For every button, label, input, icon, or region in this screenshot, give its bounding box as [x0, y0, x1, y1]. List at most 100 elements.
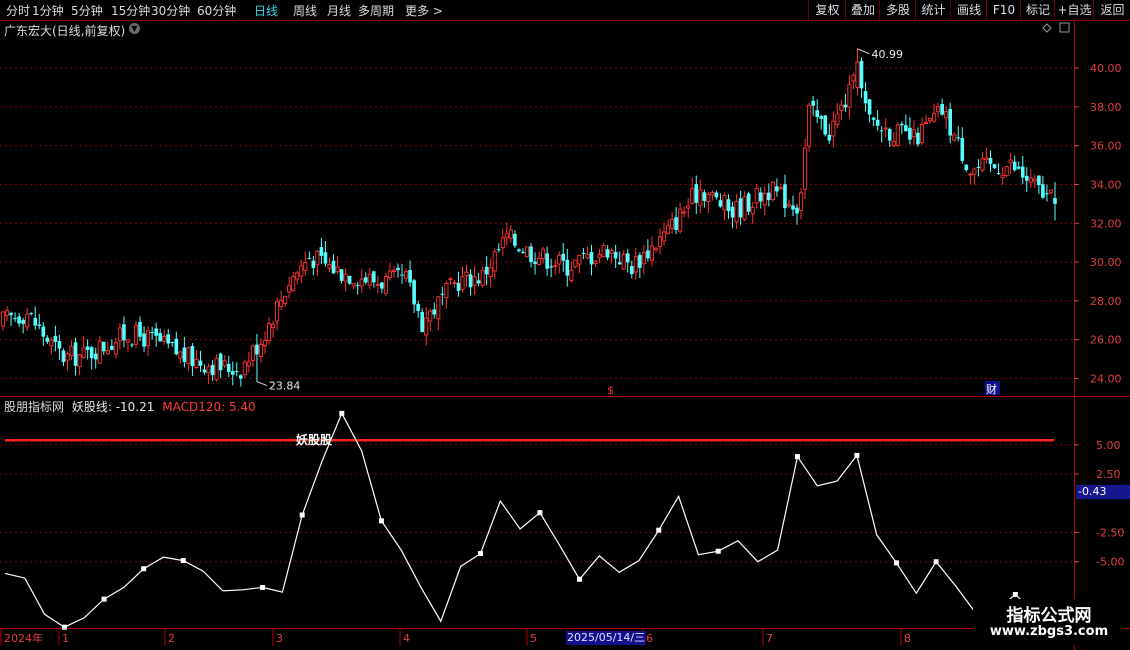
candle-body-up: [25, 313, 30, 328]
candle-body-up: [460, 276, 465, 290]
x-axis-label: 7: [766, 632, 773, 645]
candle-body-up: [113, 342, 118, 355]
candle-body-up: [367, 273, 372, 286]
candle-body-up: [1004, 166, 1009, 177]
finance-marker[interactable]: 财: [986, 382, 997, 396]
candle-body-up: [146, 330, 151, 346]
candle-body-down: [311, 260, 316, 269]
candle-body-down: [775, 186, 779, 192]
diamond-icon[interactable]: [1042, 23, 1052, 33]
candle-body-up: [117, 327, 122, 342]
candle-body-down: [879, 130, 884, 132]
candle-body-up: [444, 283, 449, 299]
candle-body-down: [456, 283, 461, 291]
yao-line-label: 妖股线: -10.21: [71, 400, 155, 414]
candle-body-down: [529, 246, 533, 263]
candle-body-down: [992, 164, 997, 169]
candle-body-down: [988, 158, 993, 164]
candle-body-down: [21, 319, 25, 324]
candle-body-down: [182, 347, 187, 363]
candle-body-down: [230, 371, 235, 375]
candle-body-up: [266, 323, 272, 342]
candle-body-down: [85, 346, 90, 350]
candle-body-up: [1000, 174, 1005, 178]
candle-body-up: [524, 246, 530, 258]
candle-body-down: [37, 324, 42, 327]
signal-dot: [141, 566, 147, 572]
candle-body-down: [57, 340, 62, 349]
candle-body-down: [533, 261, 537, 264]
candle-body-up: [641, 251, 646, 265]
candle-body-down: [210, 364, 215, 376]
candle-body-up: [246, 361, 251, 367]
candle-body-up: [661, 231, 667, 242]
candle-body-down: [871, 117, 876, 120]
candle-body-down: [476, 280, 481, 284]
candle-body-up: [262, 340, 268, 347]
candle-body-up: [923, 122, 929, 125]
candle-body-up: [448, 278, 453, 281]
candle-body-up: [670, 219, 675, 229]
candle-body-down: [960, 137, 965, 161]
candle-body-up: [194, 358, 199, 369]
candle-body-up: [279, 299, 284, 308]
candle-body-down: [307, 258, 312, 260]
candle-body-down: [767, 192, 771, 201]
candle-body-up: [557, 254, 562, 265]
candle-body-up: [81, 347, 86, 359]
event-marker-s[interactable]: $: [607, 384, 614, 397]
candle-body-up: [77, 354, 82, 368]
signal-dot: [260, 584, 266, 590]
candle-body-down: [859, 60, 864, 89]
candle-body-down: [940, 103, 944, 115]
candle-body-down: [948, 109, 953, 136]
candle-body-up: [1048, 189, 1054, 194]
layout-icon[interactable]: [1059, 22, 1070, 33]
candle-body-down: [625, 253, 630, 263]
indicator-name[interactable]: 股朋指标网: [4, 400, 64, 414]
candle-body-up: [214, 357, 219, 380]
candle-body-down: [638, 254, 642, 268]
candle-body-down: [545, 253, 549, 269]
candle-body-down: [702, 192, 707, 201]
candle-body-down: [694, 184, 699, 203]
low-pointer: [256, 381, 268, 387]
signal-dot: [537, 510, 543, 516]
candle-body-up: [577, 254, 582, 265]
x-axis-label: 4: [403, 632, 410, 645]
candle-body-down: [440, 293, 445, 295]
candle-body-up: [222, 360, 227, 367]
candle-body-down: [396, 267, 400, 271]
candle-body-up: [1008, 159, 1013, 164]
candle-body-down: [17, 316, 21, 324]
candle-body-up: [291, 276, 296, 292]
candle-body-up: [770, 181, 775, 200]
candle-body-down: [1041, 184, 1045, 198]
candle-body-up: [835, 113, 840, 125]
candle-body-up: [936, 106, 941, 113]
candle-body-down: [904, 125, 908, 132]
candle-body-down: [331, 260, 336, 274]
candle-body-down: [122, 324, 126, 341]
high-price-label: 40.99: [871, 48, 903, 61]
candle-body-up: [178, 351, 183, 359]
candle-body-up: [242, 361, 247, 376]
candle-body-up: [125, 339, 131, 343]
candle-body-down: [355, 284, 360, 286]
candle-body-down: [380, 282, 384, 289]
candle-body-up: [424, 317, 429, 336]
candle-body-down: [1016, 166, 1021, 169]
price-tick-label: 24.00: [1090, 372, 1122, 385]
candle-body-down: [758, 192, 763, 202]
candle-body-down: [234, 370, 239, 372]
candle-body-up: [980, 158, 985, 171]
candle-body-down: [730, 206, 735, 218]
candle-body-up: [0, 311, 6, 327]
x-axis-label: 2: [168, 632, 175, 645]
candle-body-down: [170, 341, 175, 344]
candle-body-up: [968, 173, 973, 176]
candle-body-down: [617, 262, 622, 265]
candle-body-up: [504, 233, 509, 238]
candle-body-down: [226, 363, 231, 372]
candle-body-up: [573, 259, 578, 268]
